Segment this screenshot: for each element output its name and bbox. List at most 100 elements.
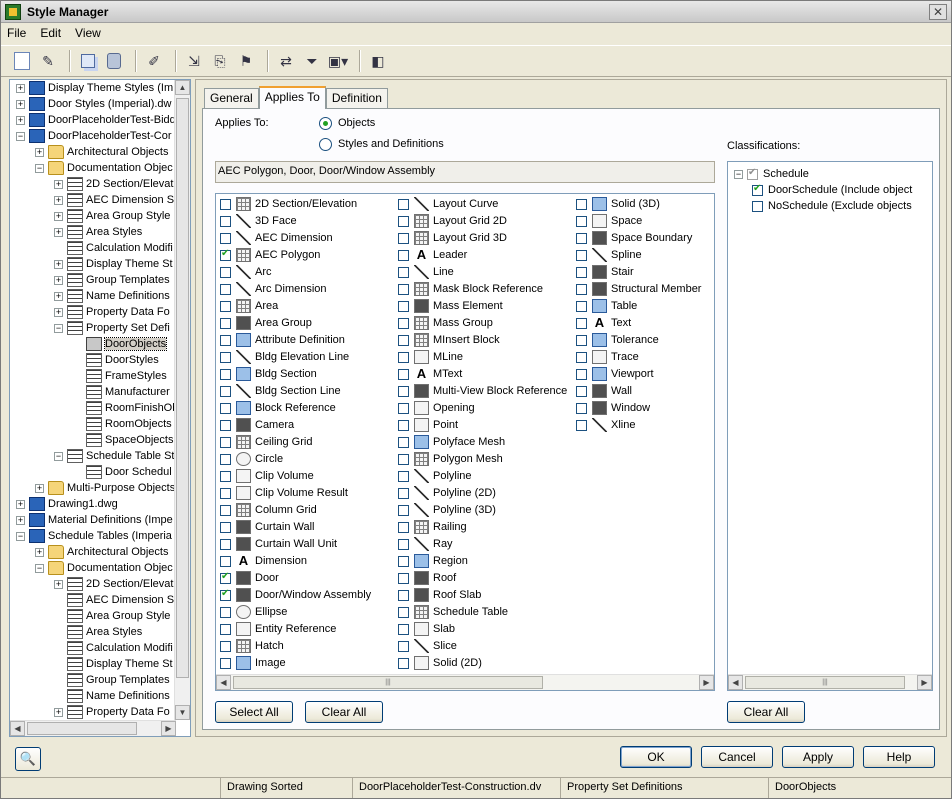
tree-item[interactable]: + Door Styles (Imperial).dw — [16, 96, 171, 112]
collapse-icon[interactable]: − — [16, 131, 25, 141]
object-type-checkbox[interactable] — [220, 657, 231, 669]
object-type-item[interactable]: Viewport — [576, 366, 654, 382]
tree-item[interactable]: + Property Data Fo — [54, 304, 170, 320]
scroll-right-arrow[interactable]: ▶ — [161, 721, 176, 736]
object-type-item[interactable]: Point — [398, 417, 458, 433]
object-type-item[interactable]: Spline — [576, 247, 642, 263]
apply-button[interactable]: Apply — [782, 746, 854, 768]
select-all-button[interactable]: Select All — [215, 701, 293, 723]
tree-item[interactable]: + Display Theme Styles (Im — [16, 80, 173, 96]
object-type-checkbox[interactable] — [576, 215, 587, 227]
scroll-left-arrow[interactable]: ◀ — [728, 675, 743, 690]
object-type-item[interactable]: Ellipse — [220, 604, 287, 620]
objects-radio[interactable] — [319, 117, 332, 130]
object-type-item[interactable]: Structural Member — [576, 281, 701, 297]
object-type-item[interactable]: Roof — [398, 570, 456, 586]
object-type-checkbox[interactable] — [220, 368, 231, 380]
object-type-checkbox[interactable] — [398, 589, 409, 601]
object-type-checkbox[interactable] — [398, 419, 409, 431]
expand-icon[interactable]: + — [35, 483, 44, 493]
object-type-checkbox[interactable] — [220, 606, 231, 618]
collapse-icon[interactable]: − — [35, 163, 44, 173]
object-type-checkbox[interactable] — [398, 521, 409, 533]
expand-icon[interactable]: + — [16, 499, 25, 509]
ok-button[interactable]: OK — [620, 746, 692, 768]
object-type-checkbox[interactable] — [220, 232, 231, 244]
object-type-checkbox[interactable] — [398, 334, 409, 346]
object-type-checkbox[interactable] — [398, 283, 409, 295]
object-type-item[interactable]: Bldg Section Line — [220, 383, 341, 399]
object-type-item[interactable]: Layout Grid 3D — [398, 230, 507, 246]
object-type-checkbox[interactable] — [398, 351, 409, 363]
object-type-item[interactable]: Trace — [576, 349, 639, 365]
tree-item[interactable]: + Property Data Fo — [54, 704, 170, 720]
object-type-item[interactable]: Polyface Mesh — [398, 434, 505, 450]
object-type-item[interactable]: Roof Slab — [398, 587, 481, 603]
classification-item[interactable]: DoorSchedule (Include object — [752, 182, 912, 198]
object-type-checkbox[interactable] — [398, 572, 409, 584]
object-type-item[interactable]: Window — [576, 400, 650, 416]
object-types-list[interactable]: 2D Section/Elevation 3D Face AEC Dimension… — [215, 193, 715, 691]
expand-icon[interactable]: + — [16, 115, 25, 125]
expand-icon[interactable]: + — [54, 707, 63, 717]
tree-item[interactable]: + Architectural Objects — [35, 544, 168, 560]
object-type-item[interactable]: Ceiling Grid — [220, 434, 312, 450]
set-from-icon[interactable]: ⇲ — [183, 50, 205, 72]
clear-all-classifications-button[interactable]: Clear All — [727, 701, 805, 723]
object-type-checkbox[interactable] — [220, 453, 231, 465]
object-type-checkbox[interactable] — [398, 657, 409, 669]
object-type-checkbox[interactable] — [576, 419, 587, 431]
menu-view[interactable]: View — [75, 26, 101, 40]
toggle-view-icon[interactable]: ◧ — [367, 50, 389, 72]
object-type-item[interactable]: Railing — [398, 519, 467, 535]
expand-icon[interactable]: + — [54, 291, 63, 301]
tree-item[interactable]: DoorObjects — [73, 336, 168, 352]
tree-item[interactable]: + Area Styles — [54, 224, 142, 240]
object-type-checkbox[interactable] — [220, 419, 231, 431]
object-type-item[interactable]: Space — [576, 213, 642, 229]
object-type-item[interactable]: Circle — [220, 451, 283, 467]
object-type-checkbox[interactable] — [220, 300, 231, 312]
object-type-item[interactable]: Bldg Section — [220, 366, 317, 382]
expand-icon[interactable]: + — [35, 547, 44, 557]
tree-item[interactable]: + AEC Dimension St — [54, 192, 177, 208]
object-type-item[interactable]: Schedule Table — [398, 604, 508, 620]
view-dropdown-icon[interactable]: ▣▾ — [327, 50, 349, 72]
object-type-item[interactable]: Solid (2D) — [398, 655, 482, 671]
object-type-checkbox[interactable] — [220, 215, 231, 227]
object-type-item[interactable]: 2D Section/Elevation — [220, 196, 357, 212]
object-type-checkbox[interactable] — [398, 402, 409, 414]
object-type-item[interactable]: Layout Curve — [398, 196, 498, 212]
object-type-checkbox[interactable] — [398, 640, 409, 652]
object-type-item[interactable]: Area Group — [220, 315, 312, 331]
tree-item[interactable]: + Architectural Objects — [35, 144, 168, 160]
object-type-checkbox[interactable] — [398, 300, 409, 312]
classifications-tree[interactable]: − Schedule DoorSchedule (Include object NoS… — [727, 161, 933, 691]
object-type-checkbox[interactable] — [220, 317, 231, 329]
object-type-checkbox[interactable] — [398, 487, 409, 499]
tree-item[interactable]: + Material Definitions (Impe — [16, 512, 173, 528]
object-type-checkbox[interactable] — [576, 334, 587, 346]
object-type-checkbox[interactable] — [576, 317, 587, 329]
object-type-checkbox[interactable] — [398, 538, 409, 550]
object-type-checkbox[interactable] — [576, 249, 587, 261]
expand-icon[interactable]: + — [54, 227, 63, 237]
object-type-item[interactable]: A Dimension — [220, 553, 307, 569]
object-type-item[interactable]: Opening — [398, 400, 475, 416]
object-type-checkbox[interactable] — [398, 436, 409, 448]
tree-item[interactable]: + Name Definitions — [54, 288, 170, 304]
object-type-item[interactable]: Camera — [220, 417, 294, 433]
tree-item[interactable]: − Schedule Tables (Imperia — [16, 528, 172, 544]
object-type-item[interactable]: Arc Dimension — [220, 281, 327, 297]
scroll-left-arrow[interactable]: ◀ — [216, 675, 231, 690]
object-type-item[interactable]: Solid (3D) — [576, 196, 660, 212]
object-type-checkbox[interactable] — [398, 504, 409, 516]
object-type-checkbox[interactable] — [576, 198, 587, 210]
expand-icon[interactable]: + — [35, 147, 44, 157]
object-type-checkbox[interactable] — [220, 351, 231, 363]
object-type-checkbox[interactable] — [398, 385, 409, 397]
classification-checkbox[interactable] — [747, 167, 758, 180]
object-type-checkbox[interactable] — [220, 588, 231, 601]
object-type-item[interactable]: Table — [576, 298, 637, 314]
object-type-checkbox[interactable] — [220, 283, 231, 295]
